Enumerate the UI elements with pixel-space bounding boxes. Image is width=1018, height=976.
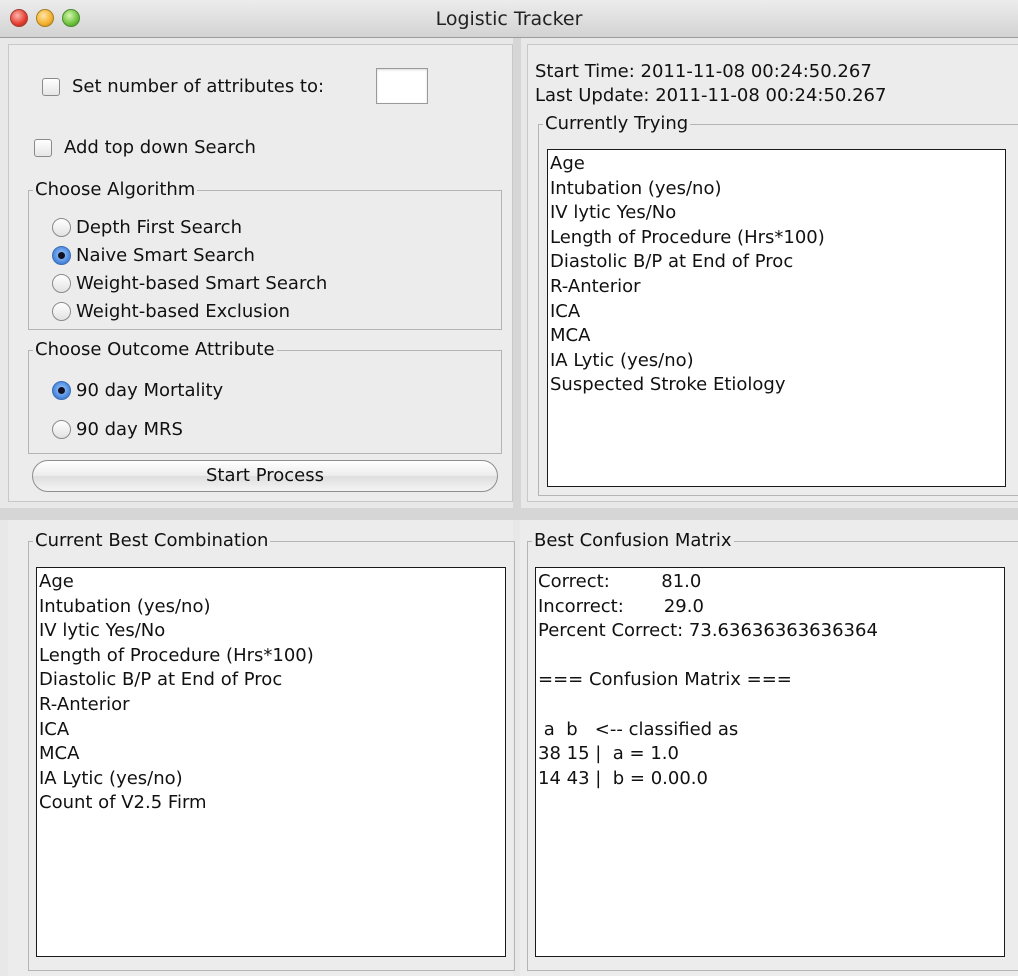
- matrix-line[interactable]: [538, 644, 1004, 669]
- attributes-count-input[interactable]: [376, 68, 428, 104]
- best-combination-legend: Current Best Combination: [33, 530, 271, 552]
- currently-trying-list[interactable]: Age Intubation (yes/no) IV lytic Yes/No Len…: [547, 149, 1006, 487]
- list-item[interactable]: Intubation (yes/no): [550, 177, 1005, 202]
- list-item[interactable]: MCA: [550, 324, 1005, 349]
- list-item[interactable]: R-Anterior: [39, 693, 505, 718]
- algorithm-group-legend: Choose Algorithm: [33, 179, 198, 201]
- title-bar: Logistic Tracker: [0, 0, 1018, 38]
- list-item[interactable]: ICA: [550, 300, 1005, 325]
- confusion-matrix-legend: Best Confusion Matrix: [532, 530, 734, 552]
- list-item[interactable]: Diastolic B/P at End of Proc: [39, 668, 505, 693]
- list-item[interactable]: Intubation (yes/no): [39, 595, 505, 620]
- confusion-matrix-text[interactable]: Correct: 81.0 Incorrect: 29.0 Percent Corr…: [535, 567, 1005, 957]
- currently-trying-legend: Currently Trying: [543, 113, 691, 135]
- list-item[interactable]: IV lytic Yes/No: [550, 201, 1005, 226]
- radio-90-day-mortality[interactable]: [52, 381, 71, 400]
- list-item[interactable]: ICA: [39, 718, 505, 743]
- radio-naive-smart-search[interactable]: [52, 246, 71, 265]
- vertical-split-divider[interactable]: [513, 38, 521, 508]
- horizontal-split-divider[interactable]: [0, 508, 1018, 520]
- list-item[interactable]: IA Lytic (yes/no): [39, 767, 505, 792]
- matrix-line[interactable]: === Confusion Matrix ===: [538, 668, 1004, 693]
- set-attributes-label: Set number of attributes to:: [72, 76, 325, 97]
- matrix-line[interactable]: [538, 693, 1004, 718]
- radio-90-day-mortality-label: 90 day Mortality: [76, 380, 224, 401]
- last-update-label: Last Update: 2011-11-08 00:24:50.267: [535, 85, 887, 106]
- set-attributes-checkbox[interactable]: [42, 78, 60, 96]
- list-item[interactable]: Length of Procedure (Hrs*100): [550, 226, 1005, 251]
- radio-weight-based-smart-search-label: Weight-based Smart Search: [76, 273, 328, 294]
- radio-weight-based-exclusion-label: Weight-based Exclusion: [76, 301, 291, 322]
- matrix-line[interactable]: a b <-- classified as: [538, 718, 1004, 743]
- radio-90-day-mrs[interactable]: [52, 420, 71, 439]
- radio-depth-first-search-label: Depth First Search: [76, 217, 242, 238]
- outcome-group-legend: Choose Outcome Attribute: [33, 339, 277, 361]
- matrix-line[interactable]: Percent Correct: 73.63636363636364: [538, 619, 1004, 644]
- list-item[interactable]: IV lytic Yes/No: [39, 619, 505, 644]
- list-item[interactable]: Age: [39, 570, 505, 595]
- matrix-line[interactable]: 38 15 | a = 1.0: [538, 742, 1004, 767]
- radio-depth-first-search[interactable]: [52, 218, 71, 237]
- list-item[interactable]: Length of Procedure (Hrs*100): [39, 644, 505, 669]
- top-down-search-label: Add top down Search: [64, 137, 256, 158]
- radio-weight-based-exclusion[interactable]: [52, 302, 71, 321]
- window-title: Logistic Tracker: [435, 8, 583, 30]
- list-item[interactable]: Age: [550, 152, 1005, 177]
- best-combination-list[interactable]: Age Intubation (yes/no) IV lytic Yes/No Len…: [36, 567, 506, 957]
- top-down-search-checkbox[interactable]: [34, 139, 52, 157]
- radio-naive-smart-search-label: Naive Smart Search: [76, 245, 255, 266]
- list-item[interactable]: Suspected Stroke Etiology: [550, 373, 1005, 398]
- radio-weight-based-smart-search[interactable]: [52, 274, 71, 293]
- list-item[interactable]: Diastolic B/P at End of Proc: [550, 250, 1005, 275]
- start-process-button[interactable]: Start Process: [32, 460, 498, 492]
- list-item[interactable]: R-Anterior: [550, 275, 1005, 300]
- start-time-label: Start Time: 2011-11-08 00:24:50.267: [535, 61, 872, 82]
- list-item[interactable]: Count of V2.5 Firm: [39, 791, 505, 816]
- list-item[interactable]: IA Lytic (yes/no): [550, 349, 1005, 374]
- radio-90-day-mrs-label: 90 day MRS: [76, 419, 183, 440]
- matrix-line[interactable]: Incorrect: 29.0: [538, 595, 1004, 620]
- list-item[interactable]: MCA: [39, 742, 505, 767]
- matrix-line[interactable]: Correct: 81.0: [538, 570, 1004, 595]
- matrix-line[interactable]: 14 43 | b = 0.00.0: [538, 767, 1004, 792]
